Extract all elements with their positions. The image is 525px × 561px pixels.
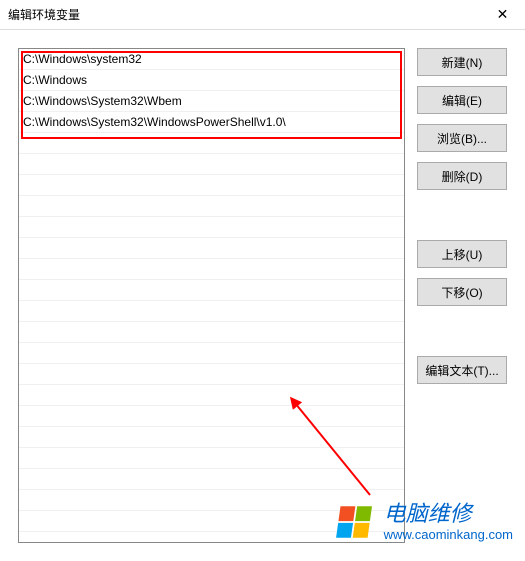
path-list-container: C:\Windows\system32 C:\Windows C:\Window… xyxy=(18,48,405,543)
edit-text-button[interactable]: 编辑文本(T)... xyxy=(417,356,507,384)
list-item[interactable] xyxy=(19,196,404,217)
spacer xyxy=(417,316,507,346)
spacer xyxy=(417,200,507,230)
list-item[interactable] xyxy=(19,469,404,490)
move-down-button[interactable]: 下移(O) xyxy=(417,278,507,306)
close-icon: ✕ xyxy=(497,6,509,23)
list-item[interactable]: C:\Windows xyxy=(19,70,404,91)
list-item[interactable] xyxy=(19,154,404,175)
button-column: 新建(N) 编辑(E) 浏览(B)... 删除(D) 上移(U) 下移(O) 编… xyxy=(417,48,507,543)
list-item[interactable] xyxy=(19,448,404,469)
list-item[interactable] xyxy=(19,259,404,280)
move-up-button[interactable]: 上移(U) xyxy=(417,240,507,268)
list-item[interactable] xyxy=(19,490,404,511)
list-item[interactable] xyxy=(19,511,404,532)
delete-button[interactable]: 删除(D) xyxy=(417,162,507,190)
new-button[interactable]: 新建(N) xyxy=(417,48,507,76)
list-item[interactable]: C:\Windows\System32\WindowsPowerShell\v1… xyxy=(19,112,404,133)
list-item[interactable] xyxy=(19,301,404,322)
list-item[interactable]: C:\Windows\System32\Wbem xyxy=(19,91,404,112)
list-item[interactable] xyxy=(19,427,404,448)
list-item[interactable] xyxy=(19,364,404,385)
list-item[interactable] xyxy=(19,217,404,238)
content-area: C:\Windows\system32 C:\Windows C:\Window… xyxy=(0,30,525,561)
browse-button[interactable]: 浏览(B)... xyxy=(417,124,507,152)
titlebar: 编辑环境变量 ✕ xyxy=(0,0,525,30)
list-item[interactable] xyxy=(19,406,404,427)
list-item[interactable] xyxy=(19,343,404,364)
list-item[interactable] xyxy=(19,385,404,406)
close-button[interactable]: ✕ xyxy=(480,0,525,30)
list-item[interactable] xyxy=(19,322,404,343)
window-title: 编辑环境变量 xyxy=(8,6,80,23)
edit-button[interactable]: 编辑(E) xyxy=(417,86,507,114)
path-list[interactable]: C:\Windows\system32 C:\Windows C:\Window… xyxy=(19,49,404,542)
list-item[interactable]: C:\Windows\system32 xyxy=(19,49,404,70)
list-item[interactable] xyxy=(19,133,404,154)
list-item[interactable] xyxy=(19,238,404,259)
list-item[interactable] xyxy=(19,175,404,196)
list-item[interactable] xyxy=(19,280,404,301)
